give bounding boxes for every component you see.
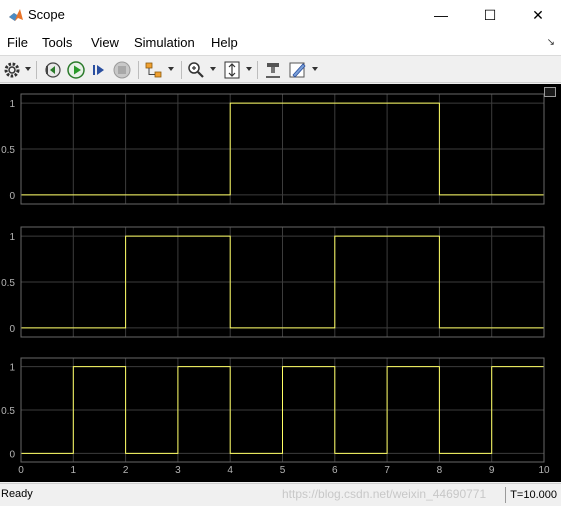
step-forward-icon[interactable] — [89, 60, 109, 80]
step-back-icon[interactable] — [42, 60, 62, 80]
window-title: Scope — [28, 7, 65, 22]
signal-dropdown-icon[interactable] — [168, 67, 174, 71]
x-tick-label: 2 — [123, 465, 129, 476]
toolbar-separator — [36, 61, 37, 79]
zoom-dropdown-icon[interactable] — [210, 67, 216, 71]
toolbar — [0, 57, 561, 83]
autoscale-icon[interactable] — [222, 60, 242, 80]
edit-icon[interactable] — [288, 60, 308, 80]
menu-simulation[interactable]: Simulation — [134, 35, 195, 50]
menu-file[interactable]: File — [7, 35, 28, 50]
y-tick-label: 0 — [9, 191, 15, 202]
y-tick-label: 0.5 — [1, 406, 15, 417]
simulation-time: T=10.000 — [505, 487, 557, 503]
toolbar-separator — [181, 61, 182, 79]
y-tick-label: 0 — [9, 324, 15, 335]
x-tick-label: 1 — [71, 465, 77, 476]
y-tick-label: 0.5 — [1, 278, 15, 289]
maximize-button[interactable]: ☐ — [467, 0, 513, 30]
watermark: https://blog.csdn.net/weixin_44690771 — [282, 487, 487, 501]
zoom-icon[interactable] — [186, 60, 206, 80]
plot-area: 1 0.5 0 1 0.5 0 1 0.5 0 0 1 2 3 4 5 6 7 8 9 10 — [0, 84, 561, 482]
menu-view[interactable]: View — [91, 35, 119, 50]
scope-plots: 10.5010.5010.500 1 2 3 4 5 6 7 8 9 10 — [1, 93, 550, 476]
undock-icon[interactable] — [544, 87, 556, 97]
menu-tools[interactable]: Tools — [42, 35, 72, 50]
stop-icon[interactable] — [112, 60, 132, 80]
status-bar: Ready https://blog.csdn.net/weixin_44690… — [0, 483, 561, 506]
signal-select-icon[interactable] — [144, 60, 164, 80]
y-tick-label: 1 — [9, 363, 15, 374]
settings-dropdown-icon[interactable] — [25, 67, 31, 71]
gear-icon[interactable] — [2, 60, 22, 80]
edit-dropdown-icon[interactable] — [312, 67, 318, 71]
y-tick-label: 1 — [9, 99, 15, 110]
y-tick-label: 0.5 — [1, 145, 15, 156]
menu-help[interactable]: Help — [211, 35, 238, 50]
x-tick-label: 10 — [538, 465, 550, 476]
toolbar-separator — [138, 61, 139, 79]
highlight-icon[interactable] — [263, 60, 283, 80]
run-icon[interactable] — [66, 60, 86, 80]
minimize-button[interactable]: — — [418, 0, 464, 30]
y-tick-label: 1 — [9, 232, 15, 243]
autoscale-dropdown-icon[interactable] — [246, 67, 252, 71]
x-tick-label: 4 — [227, 465, 233, 476]
x-tick-label: 9 — [489, 465, 495, 476]
status-text: Ready — [1, 488, 33, 500]
x-tick-label: 7 — [384, 465, 390, 476]
x-tick-label: 5 — [280, 465, 286, 476]
matlab-logo-icon — [9, 9, 23, 21]
menu-bar: File Tools View Simulation Help ↘ — [0, 30, 561, 56]
x-tick-label: 0 — [18, 465, 24, 476]
y-tick-label: 0 — [9, 449, 15, 460]
x-tick-label: 8 — [437, 465, 443, 476]
close-button[interactable]: ✕ — [515, 0, 561, 30]
x-tick-label: 3 — [175, 465, 181, 476]
pin-arrow-icon[interactable]: ↘ — [547, 37, 555, 48]
title-bar: Scope — ☐ ✕ — [0, 0, 561, 30]
toolbar-separator — [257, 61, 258, 79]
x-tick-label: 6 — [332, 465, 338, 476]
